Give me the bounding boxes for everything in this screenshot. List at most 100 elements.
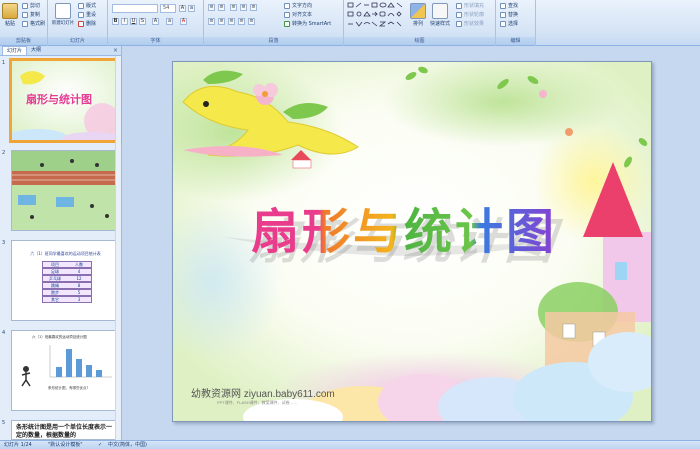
ribbon: 粘贴 剪切 复制 格式刷 剪贴板 新建幻灯片 版式 重设 删除 幻灯片 54 A… xyxy=(0,0,700,46)
thumbnails-scrollbar[interactable] xyxy=(115,56,121,440)
arrange-label: 排列 xyxy=(412,21,423,27)
slide-counter: 幻灯片 1/24 xyxy=(4,442,32,448)
tab-outline[interactable]: 大纲 xyxy=(27,46,45,55)
thumbnail-3-table: 项目 人数 足球 4 乒乓球 12 跳绳 8 跑步 5 其它 3 xyxy=(42,261,92,303)
shape-effects-button[interactable]: 形状效果 xyxy=(456,20,484,27)
find-button[interactable]: 查找 xyxy=(500,2,518,9)
table-cell: 4 xyxy=(77,269,81,274)
select-label: 选择 xyxy=(508,21,519,27)
slide-editing-area: 扇形与统计图 扇形与统计图 幼教资源网 ziyuan.baby611.com P… xyxy=(122,46,700,440)
thumbnail-5-text: 条形统计图是用一个单位长度表示一定的数量，根据数量的 xyxy=(16,424,113,439)
font-size-combo[interactable]: 54 xyxy=(160,4,176,13)
slide-title[interactable]: 扇形与统计图 xyxy=(251,192,557,262)
shape-fill-button[interactable]: 形状填充 xyxy=(456,2,484,9)
reset-label: 重设 xyxy=(86,12,97,18)
replace-button[interactable]: 替换 xyxy=(500,11,518,18)
grow-font-button[interactable]: A xyxy=(179,5,186,12)
table-row: 足球 4 xyxy=(42,268,92,275)
drawing-group-label: 绘图 xyxy=(344,37,495,45)
format-painter-button[interactable]: 格式刷 xyxy=(22,20,45,27)
copy-label: 复制 xyxy=(30,12,41,18)
delete-label: 删除 xyxy=(86,21,97,27)
copy-button[interactable]: 复制 xyxy=(22,11,40,18)
smartart-button[interactable]: 转换为 SmartArt xyxy=(284,20,331,27)
decrease-indent-button[interactable]: ≡ xyxy=(230,4,237,11)
tab-slides[interactable]: 幻灯片 xyxy=(2,46,28,55)
delete-button[interactable]: 删除 xyxy=(78,20,96,27)
table-row: 跳绳 8 xyxy=(42,282,92,289)
pane-tabs: 幻灯片 大纲 × xyxy=(0,46,121,56)
thumbnail-frame: 六（1）班同学最喜欢的运动项目统计表 项目 人数 足球 4 乒乓球 12 跳绳 8 跑步… xyxy=(11,240,120,321)
pen-icon xyxy=(456,11,462,18)
clipboard-group: 粘贴 剪切 复制 格式刷 剪贴板 xyxy=(0,0,48,46)
align-right-button[interactable]: ≡ xyxy=(228,18,235,25)
theme-name[interactable]: "默认设计模板" xyxy=(48,441,83,449)
replace-label: 替换 xyxy=(508,12,519,18)
format-painter-label: 格式刷 xyxy=(30,21,46,27)
thumbnail-frame xyxy=(11,150,120,231)
quick-styles-icon xyxy=(432,3,448,19)
paste-button[interactable]: 粘贴 xyxy=(2,3,18,27)
font-name-combo[interactable] xyxy=(112,4,158,13)
table-cell: 3 xyxy=(77,297,81,302)
font-color-button[interactable]: A xyxy=(180,18,187,25)
change-case-button[interactable]: a xyxy=(166,18,173,25)
reset-button[interactable]: 重设 xyxy=(78,11,96,18)
site-watermark-sub: PPT课件、FLASH课件、教案课件、试卷…… xyxy=(217,400,298,405)
increase-indent-button[interactable]: ≡ xyxy=(240,4,247,11)
spell-check-icon[interactable]: ✓ xyxy=(98,441,102,449)
align-text-button[interactable]: 对齐文本 xyxy=(284,11,312,18)
text-direction-button[interactable]: 文字方向 xyxy=(284,2,312,9)
cut-button[interactable]: 剪切 xyxy=(22,2,40,9)
justify-button[interactable]: ≡ xyxy=(238,18,245,25)
numbering-button[interactable]: ≡ xyxy=(218,4,225,11)
fill-bucket-icon xyxy=(456,2,462,9)
new-slide-button[interactable]: 新建幻灯片 xyxy=(51,3,75,26)
brush-icon xyxy=(22,20,28,27)
table-cell: 项目 xyxy=(51,262,59,267)
table-cell: 跳绳 xyxy=(51,283,59,288)
strikethrough-button[interactable]: S xyxy=(139,18,146,25)
line-spacing-button[interactable]: ≡ xyxy=(250,4,257,11)
char-spacing-button[interactable]: A xyxy=(152,18,159,25)
slide-thumbnails-pane: 幻灯片 大纲 × 1 扇形与统计图 2 3 六（1）班同学最喜欢的运动项目统计表… xyxy=(0,46,122,440)
shape-outline-button[interactable]: 形状轮廓 xyxy=(456,11,484,18)
binoculars-icon xyxy=(500,2,506,9)
italic-button[interactable]: I xyxy=(121,18,128,25)
effects-icon xyxy=(456,20,462,27)
delete-icon xyxy=(78,20,84,27)
text-direction-label: 文字方向 xyxy=(292,3,313,9)
arrange-button[interactable]: 排列 xyxy=(410,3,426,27)
select-button[interactable]: 选择 xyxy=(500,20,518,27)
thumbnail-1-title: 扇形与统计图 xyxy=(26,93,92,106)
site-watermark: 幼教资源网 ziyuan.baby611.com xyxy=(191,389,335,400)
thumbnail-frame: 条形统计图是用一个单位长度表示一定的数量，根据数量的 xyxy=(11,420,120,440)
quick-styles-button[interactable]: 快速样式 xyxy=(430,3,450,27)
table-cell: 乒乓球 xyxy=(49,276,61,281)
columns-button[interactable]: ≡ xyxy=(248,18,255,25)
slides-group: 新建幻灯片 版式 重设 删除 幻灯片 xyxy=(48,0,108,46)
layout-button[interactable]: 版式 xyxy=(78,2,96,9)
shape-effects-label: 形状效果 xyxy=(464,21,485,27)
thumbnail-2-art xyxy=(12,151,119,230)
align-center-button[interactable]: ≡ xyxy=(218,18,225,25)
current-slide[interactable]: 扇形与统计图 扇形与统计图 幼教资源网 ziyuan.baby611.com P… xyxy=(172,61,652,422)
table-cell: 8 xyxy=(77,283,81,288)
arrange-icon xyxy=(410,3,426,19)
bullets-button[interactable]: ≡ xyxy=(208,4,215,11)
bold-button[interactable]: B xyxy=(112,18,119,25)
table-row: 乒乓球 12 xyxy=(42,275,92,282)
font-group-label: 字体 xyxy=(108,37,203,45)
drawing-group: 排列 快速样式 形状填充 形状轮廓 形状效果 绘图 xyxy=(344,0,496,46)
slides-group-label: 幻灯片 xyxy=(48,37,107,45)
status-bar: 幻灯片 1/24 "默认设计模板" ✓ 中文(简体，中国) xyxy=(0,440,700,449)
table-cell: 人数 xyxy=(75,262,83,267)
underline-button[interactable]: U xyxy=(130,18,137,25)
cut-label: 剪切 xyxy=(30,3,41,9)
language-indicator[interactable]: 中文(简体，中国) xyxy=(108,441,147,449)
thumbnail-number: 4 xyxy=(2,330,6,336)
close-pane-icon[interactable]: × xyxy=(113,46,118,55)
shrink-font-button[interactable]: a xyxy=(188,5,195,12)
shapes-gallery[interactable] xyxy=(347,2,405,32)
align-left-button[interactable]: ≡ xyxy=(208,18,215,25)
